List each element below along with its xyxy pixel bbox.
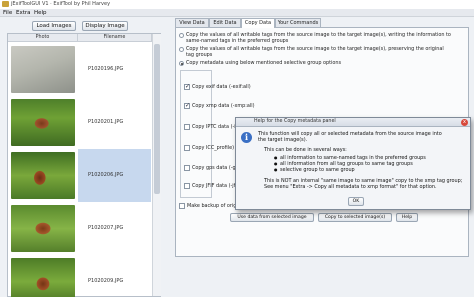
column-header-filename[interactable]: Filename [78, 34, 152, 42]
option2-label-cont: tag groups [186, 52, 213, 58]
dialog-title-bar: Help for the Copy metadata panel x [236, 118, 470, 127]
filename-cell: P1020201.JPG [88, 119, 124, 125]
use-data-from-selected-image-button[interactable]: Use data from selected image [230, 213, 314, 222]
checkbox-gps[interactable] [184, 165, 190, 171]
photo-thumbnail [11, 152, 75, 199]
table-row[interactable]: P1020206.JPG [8, 149, 151, 202]
dialog-title: Help for the Copy metadata panel [254, 119, 336, 124]
app-window: jExifToolGUI V1 · ExifTool by Phil Harve… [0, 0, 474, 297]
exif-label: Copy exif data (-exif:all) [192, 84, 251, 90]
checkbox-jfif[interactable] [184, 183, 190, 189]
option1-label-cont: same-named tags in the preferred groups [186, 38, 289, 44]
help-button[interactable]: Help [396, 213, 418, 222]
checkbox-iptc[interactable] [184, 124, 190, 130]
window-title: jExifToolGUI V1 · ExifTool by Phil Harve… [11, 1, 111, 7]
radio-copy-preferred-groups[interactable] [179, 33, 184, 38]
app-logo-icon [2, 1, 9, 7]
photo-thumbnail [11, 99, 75, 146]
photo-thumbnail [11, 205, 75, 252]
table-row[interactable]: P1020196.JPG [8, 43, 151, 96]
dialog-line2: the target image(s). [258, 137, 308, 143]
checkbox-xmp[interactable] [184, 102, 190, 109]
photo-thumbnail [11, 258, 75, 297]
table-row[interactable]: P1020209.JPG [8, 255, 151, 297]
ok-button[interactable]: OK [348, 197, 364, 206]
filename-cell: P1020209.JPG [88, 278, 124, 284]
table-row[interactable]: P1020201.JPG [8, 96, 151, 149]
tab-copy-data[interactable]: Copy Data [241, 18, 275, 28]
dialog-line3: This can be done in several ways: [264, 147, 347, 153]
column-header-photo[interactable]: Photo [8, 34, 78, 42]
checkbox-make-backup[interactable] [179, 203, 185, 209]
title-bar: jExifToolGUI V1 · ExifTool by Phil Harve… [0, 0, 474, 9]
checkbox-exif[interactable] [184, 83, 190, 90]
filename-cell: P1020207.JPG [88, 225, 124, 231]
radio-copy-preserve-groups[interactable] [179, 47, 184, 52]
info-icon: i [241, 132, 252, 143]
filename-cell: P1020196.JPG [88, 66, 124, 72]
tab-edit-data[interactable]: Edit Data [209, 18, 241, 27]
tab-view-data[interactable]: View Data [175, 18, 209, 27]
close-icon[interactable]: x [461, 119, 468, 126]
menu-file[interactable]: File [3, 10, 12, 16]
radio-copy-selective-groups[interactable] [179, 61, 184, 66]
menu-bar: File Extra Help [0, 9, 474, 17]
help-dialog: Help for the Copy metadata panel x i Thi… [235, 117, 471, 210]
table-row[interactable]: P1020207.JPG [8, 202, 151, 255]
vertical-scrollbar[interactable] [152, 34, 161, 296]
photo-thumbnail [11, 46, 75, 93]
display-image-button[interactable]: Display Image [82, 21, 128, 31]
option2-label: Copy the values of all writable tags fro… [186, 46, 444, 52]
image-list-table: Photo Filename P1020196.JPG P1020201.JPG… [7, 33, 161, 297]
scrollbar-thumb[interactable] [154, 44, 160, 194]
dialog-bullet3: selective group to same group [274, 167, 355, 173]
copy-to-selected-images-button[interactable]: Copy to selected image(s) [318, 213, 392, 222]
menu-extra[interactable]: Extra [16, 10, 31, 16]
xmp-label: Copy xmp data (-xmp:all) [192, 103, 255, 109]
menu-help[interactable]: Help [34, 10, 47, 16]
filename-cell: P1020206.JPG [78, 149, 151, 202]
load-images-button[interactable]: Load Images [32, 21, 76, 31]
checkbox-icc-profile[interactable] [184, 145, 190, 151]
dialog-note2: See menu "Extra -> Copy all metadata to … [264, 184, 437, 190]
option3-label: Copy metadata using below mentioned sele… [186, 60, 342, 66]
jfif-label: Copy JFIF data (-jfif [192, 183, 239, 189]
tab-your-commands[interactable]: Your Commands [275, 18, 321, 27]
